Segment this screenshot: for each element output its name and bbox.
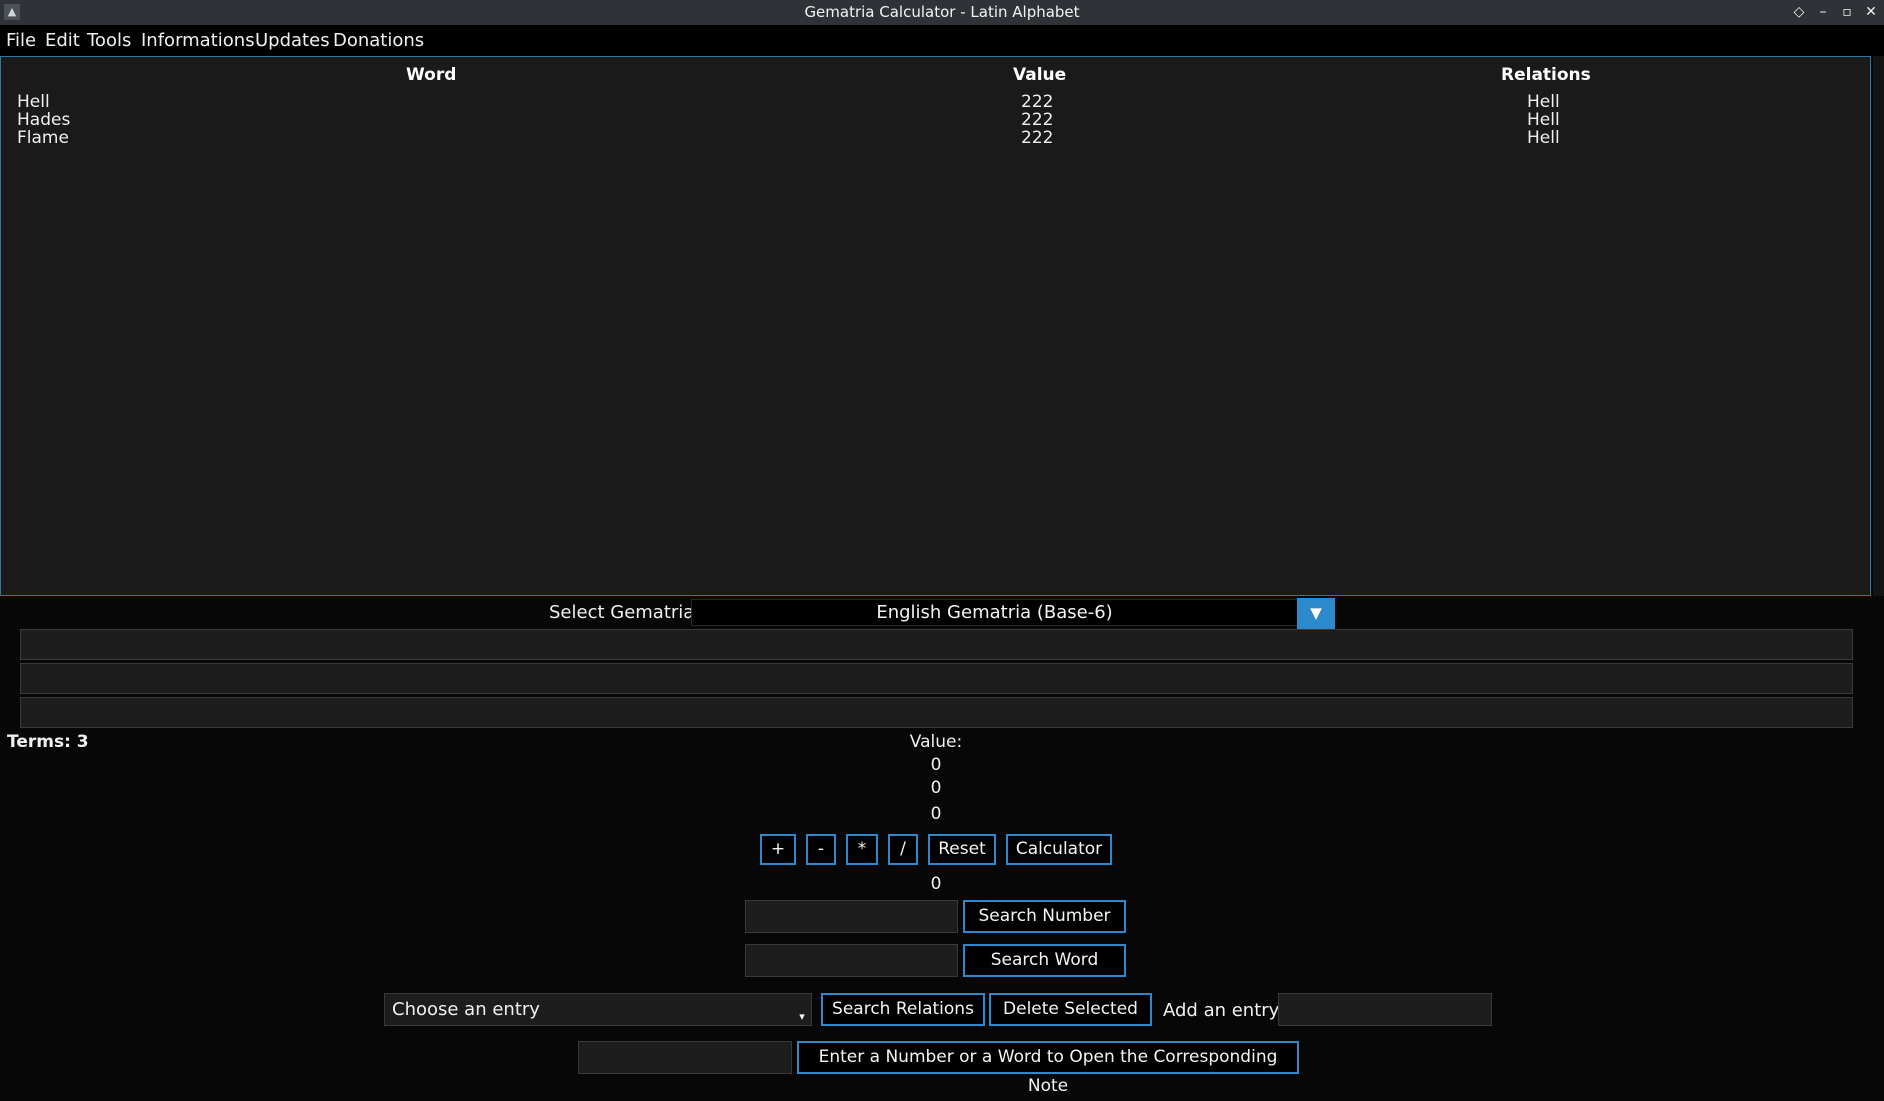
reset-button[interactable]: Reset xyxy=(928,834,996,865)
gematria-select[interactable]: English Gematria (Base-6) xyxy=(691,599,1298,626)
search-word-button[interactable]: Search Word xyxy=(963,944,1126,977)
open-note-button[interactable]: Enter a Number or a Word to Open the Cor… xyxy=(797,1041,1299,1096)
menu-file[interactable]: File xyxy=(6,25,36,56)
calculator-button[interactable]: Calculator xyxy=(1006,834,1112,865)
select-gematria-label: Select Gematria: xyxy=(549,602,701,623)
word-input-3[interactable] xyxy=(20,697,1853,728)
close-icon[interactable]: ✕ xyxy=(1861,2,1881,22)
value-label: Value: xyxy=(909,732,963,752)
result-value: 0 xyxy=(930,874,942,894)
delete-selected-button[interactable]: Delete Selected xyxy=(989,993,1152,1026)
menu-edit[interactable]: Edit xyxy=(45,25,80,56)
terms-count: Terms: 3 xyxy=(7,732,89,752)
entry-select-arrow-icon[interactable]: ▾ xyxy=(795,1010,809,1024)
menu-bar: File Edit Tools Informations Updates Don… xyxy=(0,25,1884,56)
menu-informations[interactable]: Informations xyxy=(141,25,255,56)
title-bar: ▲ Gematria Calculator - Latin Alphabet ◇… xyxy=(0,0,1884,25)
cell-word: Flame xyxy=(17,128,69,148)
pin-icon[interactable]: ◇ xyxy=(1789,2,1809,22)
search-word-input[interactable] xyxy=(745,944,958,977)
plus-button[interactable]: + xyxy=(760,834,796,865)
add-entry-label: Add an entry: xyxy=(1163,1000,1285,1021)
column-header-word[interactable]: Word xyxy=(406,65,456,85)
search-relations-button[interactable]: Search Relations xyxy=(821,993,985,1026)
divide-button[interactable]: / xyxy=(888,834,918,865)
word-input-1[interactable] xyxy=(20,629,1853,660)
window-title: Gematria Calculator - Latin Alphabet xyxy=(804,3,1080,21)
minus-button[interactable]: - xyxy=(806,834,836,865)
table-scrollbar[interactable] xyxy=(1873,56,1884,596)
results-table[interactable]: Word Value Relations Hell 222 Hell Hades… xyxy=(0,56,1871,596)
dropdown-arrow-icon[interactable]: ▼ xyxy=(1297,598,1335,629)
search-number-button[interactable]: Search Number xyxy=(963,900,1126,933)
cell-relations: Hell xyxy=(1527,128,1560,148)
column-header-value[interactable]: Value xyxy=(1013,65,1066,85)
cell-relations: Hell xyxy=(1527,110,1560,130)
value-1: 0 xyxy=(930,755,942,775)
cell-value: 222 xyxy=(1021,92,1054,112)
cell-relations: Hell xyxy=(1527,92,1560,112)
add-entry-input[interactable] xyxy=(1278,993,1492,1026)
maximize-icon[interactable]: ▫ xyxy=(1837,2,1857,22)
note-input[interactable] xyxy=(578,1041,792,1074)
menu-updates[interactable]: Updates xyxy=(255,25,330,56)
column-header-relations[interactable]: Relations xyxy=(1501,65,1591,85)
cell-word: Hell xyxy=(17,92,50,112)
value-2: 0 xyxy=(930,778,942,798)
minimize-icon[interactable]: – xyxy=(1813,2,1833,22)
value-3: 0 xyxy=(930,804,942,824)
multiply-button[interactable]: * xyxy=(846,834,878,865)
cell-value: 222 xyxy=(1021,128,1054,148)
cell-value: 222 xyxy=(1021,110,1054,130)
menu-donations[interactable]: Donations xyxy=(333,25,424,56)
word-input-2[interactable] xyxy=(20,663,1853,694)
entry-select[interactable]: Choose an entry xyxy=(384,993,812,1026)
menu-tools[interactable]: Tools xyxy=(87,25,131,56)
search-number-input[interactable] xyxy=(745,900,958,933)
cell-word: Hades xyxy=(17,110,71,130)
